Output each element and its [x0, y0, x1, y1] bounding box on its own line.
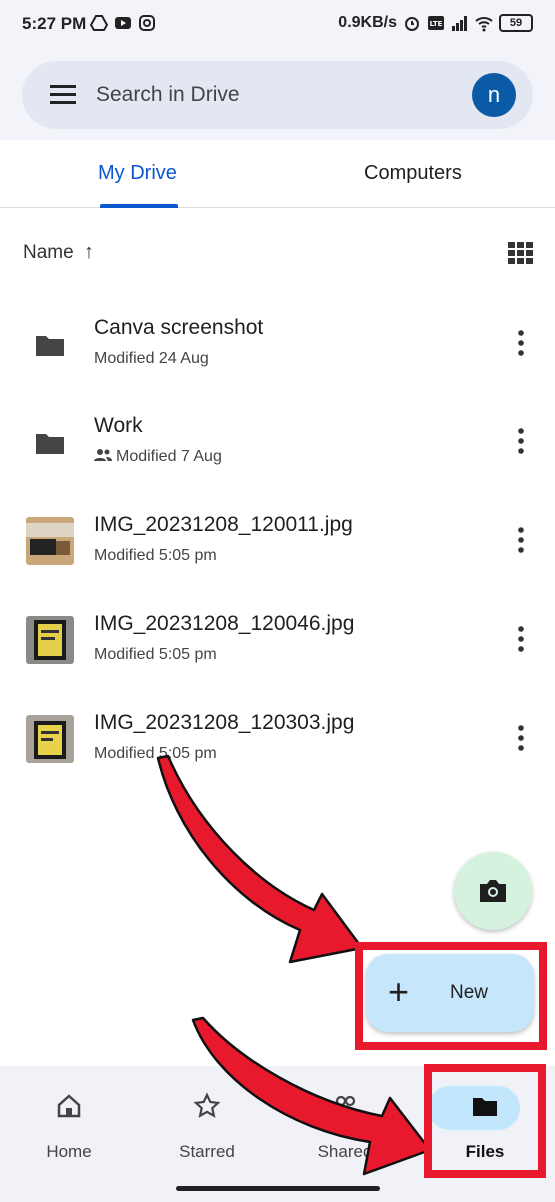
battery-icon: 59	[499, 14, 533, 32]
file-row[interactable]: IMG_20231208_120011.jpg Modified 5:05 pm	[0, 499, 555, 597]
wifi-icon	[475, 17, 493, 32]
files-tab-highlight-box	[424, 1064, 546, 1178]
file-row[interactable]: IMG_20231208_120303.jpg Modified 5:05 pm	[0, 697, 555, 795]
nav-item-shared[interactable]: Shared	[276, 1066, 414, 1186]
file-row[interactable]: Canva screenshot Modified 24 Aug	[0, 302, 555, 400]
file-meta: Modified 24 Aug	[94, 350, 209, 367]
image-thumbnail	[26, 517, 74, 565]
menu-icon[interactable]	[50, 84, 76, 104]
more-options-icon[interactable]	[510, 525, 532, 555]
file-meta: Modified 5:05 pm	[94, 646, 217, 663]
file-name: IMG_20231208_120303.jpg	[94, 711, 355, 734]
svg-text:LTE: LTE	[430, 20, 443, 28]
image-thumbnail	[26, 715, 74, 763]
nav-label: Shared	[317, 1142, 373, 1161]
tab-my-drive[interactable]: My Drive	[98, 162, 177, 185]
active-tab-indicator	[100, 204, 178, 208]
sort-label[interactable]: Name	[23, 242, 74, 264]
star-icon	[193, 1092, 221, 1118]
search-bar[interactable]: Search in Drive n	[22, 61, 533, 129]
nav-item-starred[interactable]: Starred	[138, 1066, 276, 1186]
file-name: Work	[94, 414, 143, 437]
more-options-icon[interactable]	[510, 624, 532, 654]
file-name: Canva screenshot	[94, 316, 264, 339]
tab-bar: My Drive Computers	[0, 140, 555, 208]
net-speed: 0.9KB/s	[338, 14, 397, 31]
nav-label: Starred	[179, 1142, 235, 1161]
home-icon	[57, 1094, 81, 1118]
file-meta: Modified 5:05 pm	[94, 745, 217, 762]
signal-icon	[452, 16, 467, 31]
more-options-icon[interactable]	[510, 426, 532, 456]
drive-icon	[90, 15, 108, 31]
image-thumbnail	[26, 616, 74, 664]
folder-icon	[36, 336, 64, 356]
nav-item-home[interactable]: Home	[0, 1066, 138, 1186]
file-row[interactable]: IMG_20231208_120046.jpg Modified 5:05 pm	[0, 598, 555, 696]
status-bar: 5:27 PM 0.9KB/s LTE 59	[0, 0, 555, 50]
more-options-icon[interactable]	[510, 328, 532, 358]
sort-arrow-icon[interactable]: ↑	[84, 241, 94, 264]
more-options-icon[interactable]	[510, 723, 532, 753]
avatar[interactable]: n	[472, 73, 516, 117]
volte-icon: LTE	[428, 16, 444, 30]
file-name: IMG_20231208_120046.jpg	[94, 612, 355, 635]
alarm-icon	[405, 17, 419, 31]
file-meta: Modified 5:05 pm	[94, 547, 217, 564]
shared-people-icon	[94, 449, 112, 461]
shared-icon	[332, 1095, 358, 1116]
grid-view-icon[interactable]	[508, 242, 534, 264]
gesture-home-bar[interactable]	[176, 1186, 380, 1191]
camera-icon	[480, 880, 506, 902]
nav-label: Home	[46, 1142, 92, 1161]
file-row[interactable]: Work Modified 7 Aug	[0, 400, 555, 498]
instagram-icon	[139, 15, 155, 31]
file-name: IMG_20231208_120011.jpg	[94, 513, 353, 536]
new-button-highlight-box	[355, 942, 547, 1050]
search-input[interactable]: Search in Drive	[96, 83, 240, 107]
file-meta-container: Modified 7 Aug	[94, 448, 222, 466]
file-meta: Modified 7 Aug	[116, 448, 222, 465]
scan-camera-button[interactable]	[454, 852, 532, 930]
youtube-icon	[115, 17, 131, 29]
tab-computers[interactable]: Computers	[364, 162, 462, 185]
folder-icon	[36, 434, 64, 454]
status-time: 5:27 PM	[22, 14, 87, 33]
